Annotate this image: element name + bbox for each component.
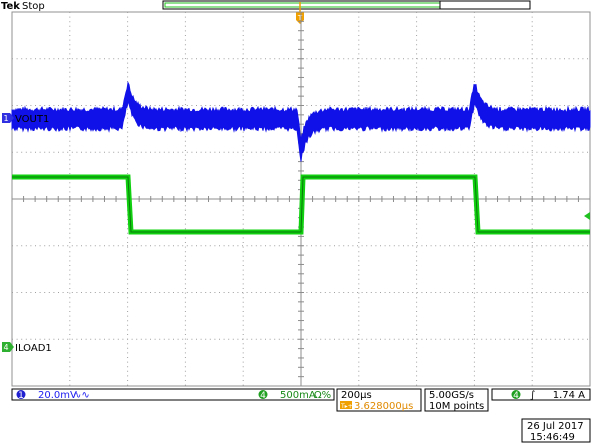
brand-label: Tek — [1, 1, 20, 12]
trigger-channel: 4 — [513, 391, 519, 401]
record-length: 10M points — [429, 401, 484, 412]
timebase-readout[interactable]: 200µs T▸+▾ 3.628000µs — [336, 388, 422, 412]
ch1-scale: 20.0mV — [38, 390, 77, 401]
ch4-marker-number: 4 — [3, 343, 8, 352]
ch4-waveform — [12, 174, 590, 235]
ch4-readout-number: 4 — [260, 391, 266, 401]
date-label: 26 Jul 2017 — [527, 421, 584, 432]
trigger-level-marker[interactable] — [584, 212, 590, 220]
ch1-marker[interactable]: 1 VOUT1 — [2, 113, 49, 125]
ch1-coupling-icon: ∿∿ — [73, 390, 90, 401]
ch4-coupling-icon: Ω% — [314, 390, 331, 401]
ch4-marker[interactable]: 4 ILOAD1 — [2, 342, 52, 354]
ch4-label: ILOAD1 — [15, 343, 52, 354]
trigger-slope-icon: ∫ — [530, 390, 535, 401]
sample-rate: 5.00GS/s — [429, 390, 474, 401]
timebase-delay: 3.628000µs — [354, 401, 413, 412]
datetime-readout: 26 Jul 2017 15:46:49 — [521, 418, 591, 443]
acquisition-status: Stop — [22, 1, 45, 12]
trigger-level: 1.74 A — [553, 390, 585, 401]
ch1-label: VOUT1 — [15, 114, 49, 125]
ch4-scale: 500mA — [280, 390, 316, 401]
acquisition-readout[interactable]: 5.00GS/s 10M points — [424, 388, 489, 412]
ch1-marker-number: 1 — [3, 114, 8, 123]
trigger-marker-text: T — [297, 14, 303, 22]
trigger-readout[interactable]: 4 ∫ 1.74 A — [491, 388, 591, 401]
record-view-bar[interactable] — [162, 0, 531, 10]
oscilloscope-screen: Tek Stop T 1 VOUT1 4 ILOAD1 1 20.0mV ∿∿ — [1, 0, 591, 443]
ch1-readout-number: 1 — [18, 391, 24, 401]
time-label: 15:46:49 — [530, 432, 575, 443]
channel-readout[interactable]: 1 20.0mV ∿∿ 4 500mA Ω% — [11, 388, 335, 401]
timebase-scale: 200µs — [341, 390, 372, 401]
